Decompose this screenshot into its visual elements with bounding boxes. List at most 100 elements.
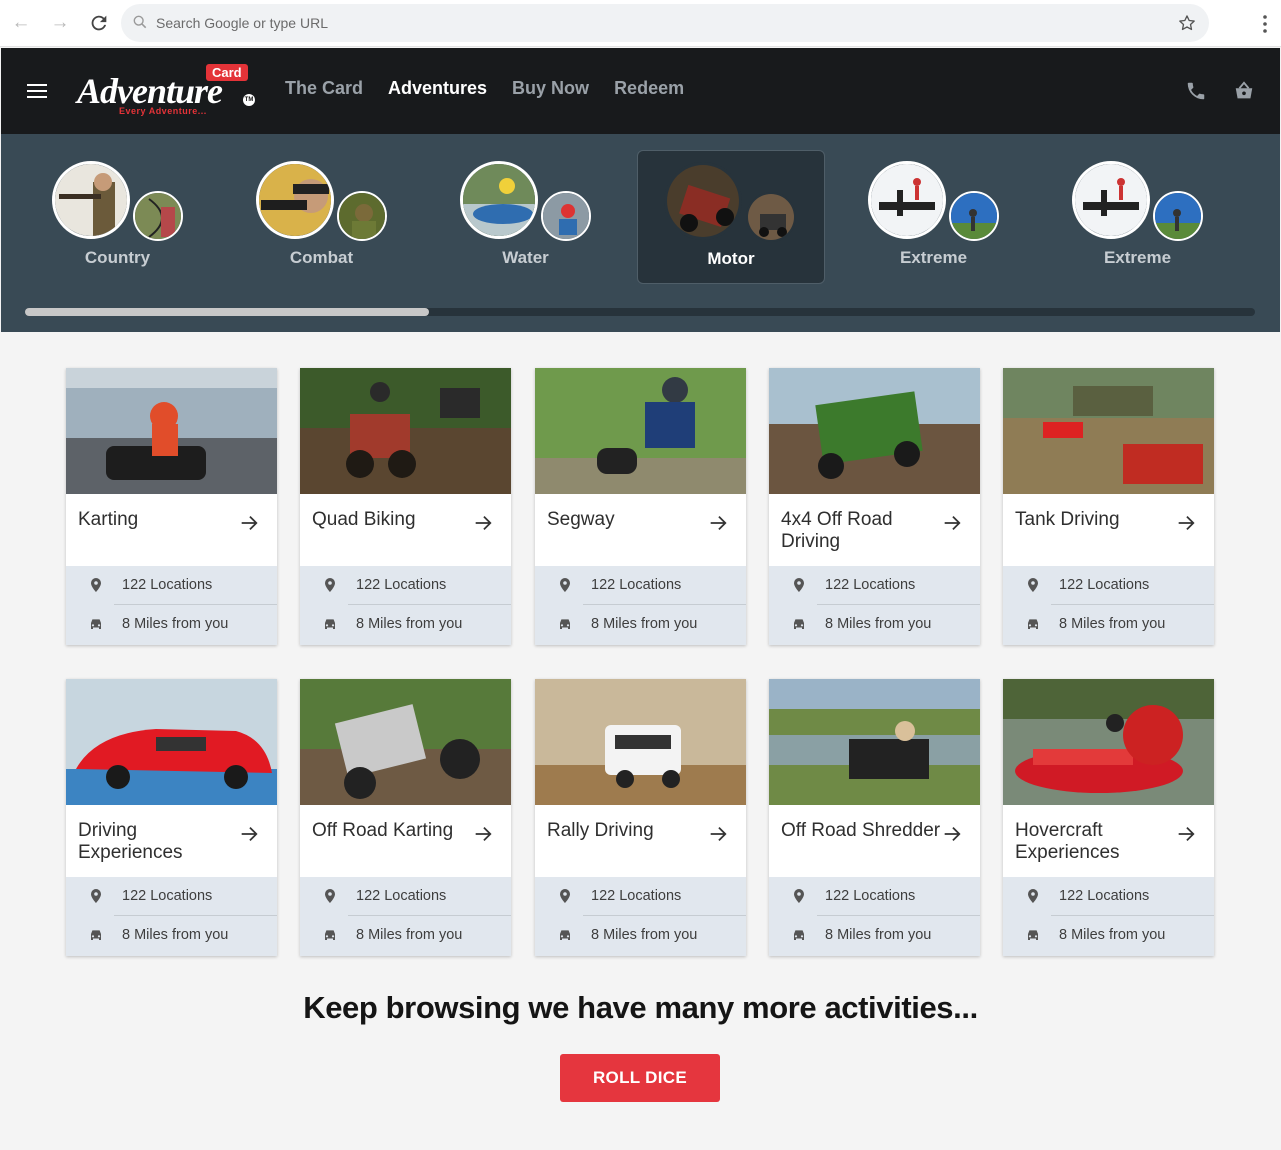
activity-card[interactable]: Hovercraft Experiences 122 Locations 8 Mil…: [1003, 679, 1214, 956]
arrow-right-icon[interactable]: [1175, 823, 1197, 845]
bookmark-star-icon[interactable]: [1177, 13, 1197, 33]
locations-count: 122 Locations: [122, 577, 213, 593]
adventure-card-logo[interactable]: Adventure Card Every Adventure... TM: [75, 60, 257, 124]
activity-card[interactable]: Segway 122 Locations 8 Miles from you: [535, 368, 746, 645]
distance-row: 8 Miles from you: [66, 605, 277, 644]
activity-card[interactable]: 4x4 Off Road Driving 122 Locations 8 Miles…: [769, 368, 980, 645]
locations-count: 122 Locations: [825, 888, 916, 904]
activity-title[interactable]: Hovercraft Experiences: [1015, 820, 1175, 864]
url-bar[interactable]: [121, 4, 1209, 42]
forward-icon[interactable]: →: [47, 10, 73, 36]
arrow-right-icon[interactable]: [707, 512, 729, 534]
activity-meta: 122 Locations 8 Miles from you: [1003, 566, 1214, 645]
category-motor[interactable]: Motor: [637, 150, 825, 284]
car-icon: [560, 619, 570, 629]
distance-text: 8 Miles from you: [825, 616, 932, 632]
activity-title[interactable]: Quad Biking: [312, 509, 472, 531]
logo-trademark: TM: [243, 94, 255, 106]
locations-count: 122 Locations: [1059, 888, 1150, 904]
activity-title[interactable]: Rally Driving: [547, 820, 707, 842]
activity-title[interactable]: Driving Experiences: [78, 820, 238, 864]
activity-title[interactable]: Segway: [547, 509, 707, 531]
arrow-right-icon[interactable]: [1175, 512, 1197, 534]
arrow-right-icon[interactable]: [238, 512, 260, 534]
category-scrollbar-thumb[interactable]: [25, 308, 429, 316]
location-pin-icon: [325, 578, 335, 592]
url-input[interactable]: [156, 4, 1156, 42]
activity-card[interactable]: Quad Biking 122 Locations 8 Miles from you: [300, 368, 511, 645]
arrow-right-icon[interactable]: [472, 823, 494, 845]
activity-photo[interactable]: [300, 679, 511, 805]
activity-card[interactable]: Off Road Shredder 122 Locations 8 Miles fr…: [769, 679, 980, 956]
activity-card[interactable]: Karting 122 Locations 8 Miles from you: [66, 368, 277, 645]
category-label: Water: [502, 248, 549, 267]
distance-row: 8 Miles from you: [300, 605, 511, 644]
category-country[interactable]: Country: [37, 150, 225, 284]
location-pin-icon: [1028, 578, 1038, 592]
activity-title[interactable]: Karting: [78, 509, 238, 531]
distance-text: 8 Miles from you: [122, 927, 229, 943]
browser-menu-icon[interactable]: [1255, 12, 1275, 36]
nav-buy-now[interactable]: Buy Now: [512, 78, 589, 99]
roll-dice-button[interactable]: ROLL DICE: [560, 1054, 720, 1102]
activity-card[interactable]: Off Road Karting 122 Locations 8 Miles fro…: [300, 679, 511, 956]
activity-title[interactable]: 4x4 Off Road Driving: [781, 509, 941, 553]
locations-row: 122 Locations: [535, 566, 746, 605]
basket-icon[interactable]: [1233, 80, 1255, 102]
activity-photo[interactable]: [535, 368, 746, 494]
activity-meta: 122 Locations 8 Miles from you: [769, 877, 980, 956]
distance-text: 8 Miles from you: [356, 927, 463, 943]
back-icon[interactable]: ←: [8, 10, 34, 36]
location-pin-icon: [560, 889, 570, 903]
car-icon: [1028, 930, 1038, 940]
category-country-thumb: [133, 191, 183, 241]
activity-card[interactable]: Rally Driving 122 Locations 8 Miles from y…: [535, 679, 746, 956]
distance-row: 8 Miles from you: [1003, 916, 1214, 955]
location-pin-icon: [325, 889, 335, 903]
location-pin-icon: [91, 578, 101, 592]
activity-title[interactable]: Off Road Shredder: [781, 820, 941, 842]
car-icon: [1028, 619, 1038, 629]
activity-meta: 122 Locations 8 Miles from you: [769, 566, 980, 645]
activity-photo[interactable]: [535, 679, 746, 805]
reload-icon[interactable]: [86, 10, 112, 36]
distance-text: 8 Miles from you: [825, 927, 932, 943]
category-combat[interactable]: Combat: [241, 150, 429, 284]
category-scrollbar[interactable]: [25, 308, 1255, 316]
arrow-right-icon[interactable]: [707, 823, 729, 845]
main-nav: The Card Adventures Buy Now Redeem: [285, 78, 684, 99]
category-label: Country: [84, 248, 151, 267]
activity-card[interactable]: Driving Experiences 122 Locations 8 Miles …: [66, 679, 277, 956]
car-icon: [794, 619, 804, 629]
activity-title[interactable]: Tank Driving: [1015, 509, 1175, 531]
activity-photo[interactable]: [1003, 368, 1214, 494]
category-extreme-2[interactable]: Extreme: [1057, 150, 1245, 284]
arrow-right-icon[interactable]: [941, 512, 963, 534]
locations-count: 122 Locations: [591, 888, 682, 904]
activity-photo[interactable]: [66, 679, 277, 805]
nav-adventures[interactable]: Adventures: [388, 78, 487, 99]
locations-count: 122 Locations: [1059, 577, 1150, 593]
activity-photo[interactable]: [66, 368, 277, 494]
arrow-right-icon[interactable]: [472, 512, 494, 534]
arrow-right-icon[interactable]: [238, 823, 260, 845]
arrow-right-icon[interactable]: [941, 823, 963, 845]
activity-photo[interactable]: [300, 368, 511, 494]
activity-photo[interactable]: [769, 368, 980, 494]
category-country-image: [52, 161, 130, 239]
activity-meta: 122 Locations 8 Miles from you: [300, 877, 511, 956]
locations-row: 122 Locations: [66, 566, 277, 605]
category-water[interactable]: Water: [445, 150, 633, 284]
activity-card[interactable]: Tank Driving 122 Locations 8 Miles from yo…: [1003, 368, 1214, 645]
nav-the-card[interactable]: The Card: [285, 78, 363, 99]
category-water-image: [460, 161, 538, 239]
activity-photo[interactable]: [1003, 679, 1214, 805]
activity-title[interactable]: Off Road Karting: [312, 820, 472, 842]
category-extreme[interactable]: Extreme: [853, 150, 1041, 284]
distance-text: 8 Miles from you: [591, 927, 698, 943]
activity-photo[interactable]: [769, 679, 980, 805]
category-extreme-image: [1072, 161, 1150, 239]
phone-icon[interactable]: [1185, 80, 1207, 102]
nav-redeem[interactable]: Redeem: [614, 78, 684, 99]
hamburger-menu-icon[interactable]: [27, 84, 47, 98]
